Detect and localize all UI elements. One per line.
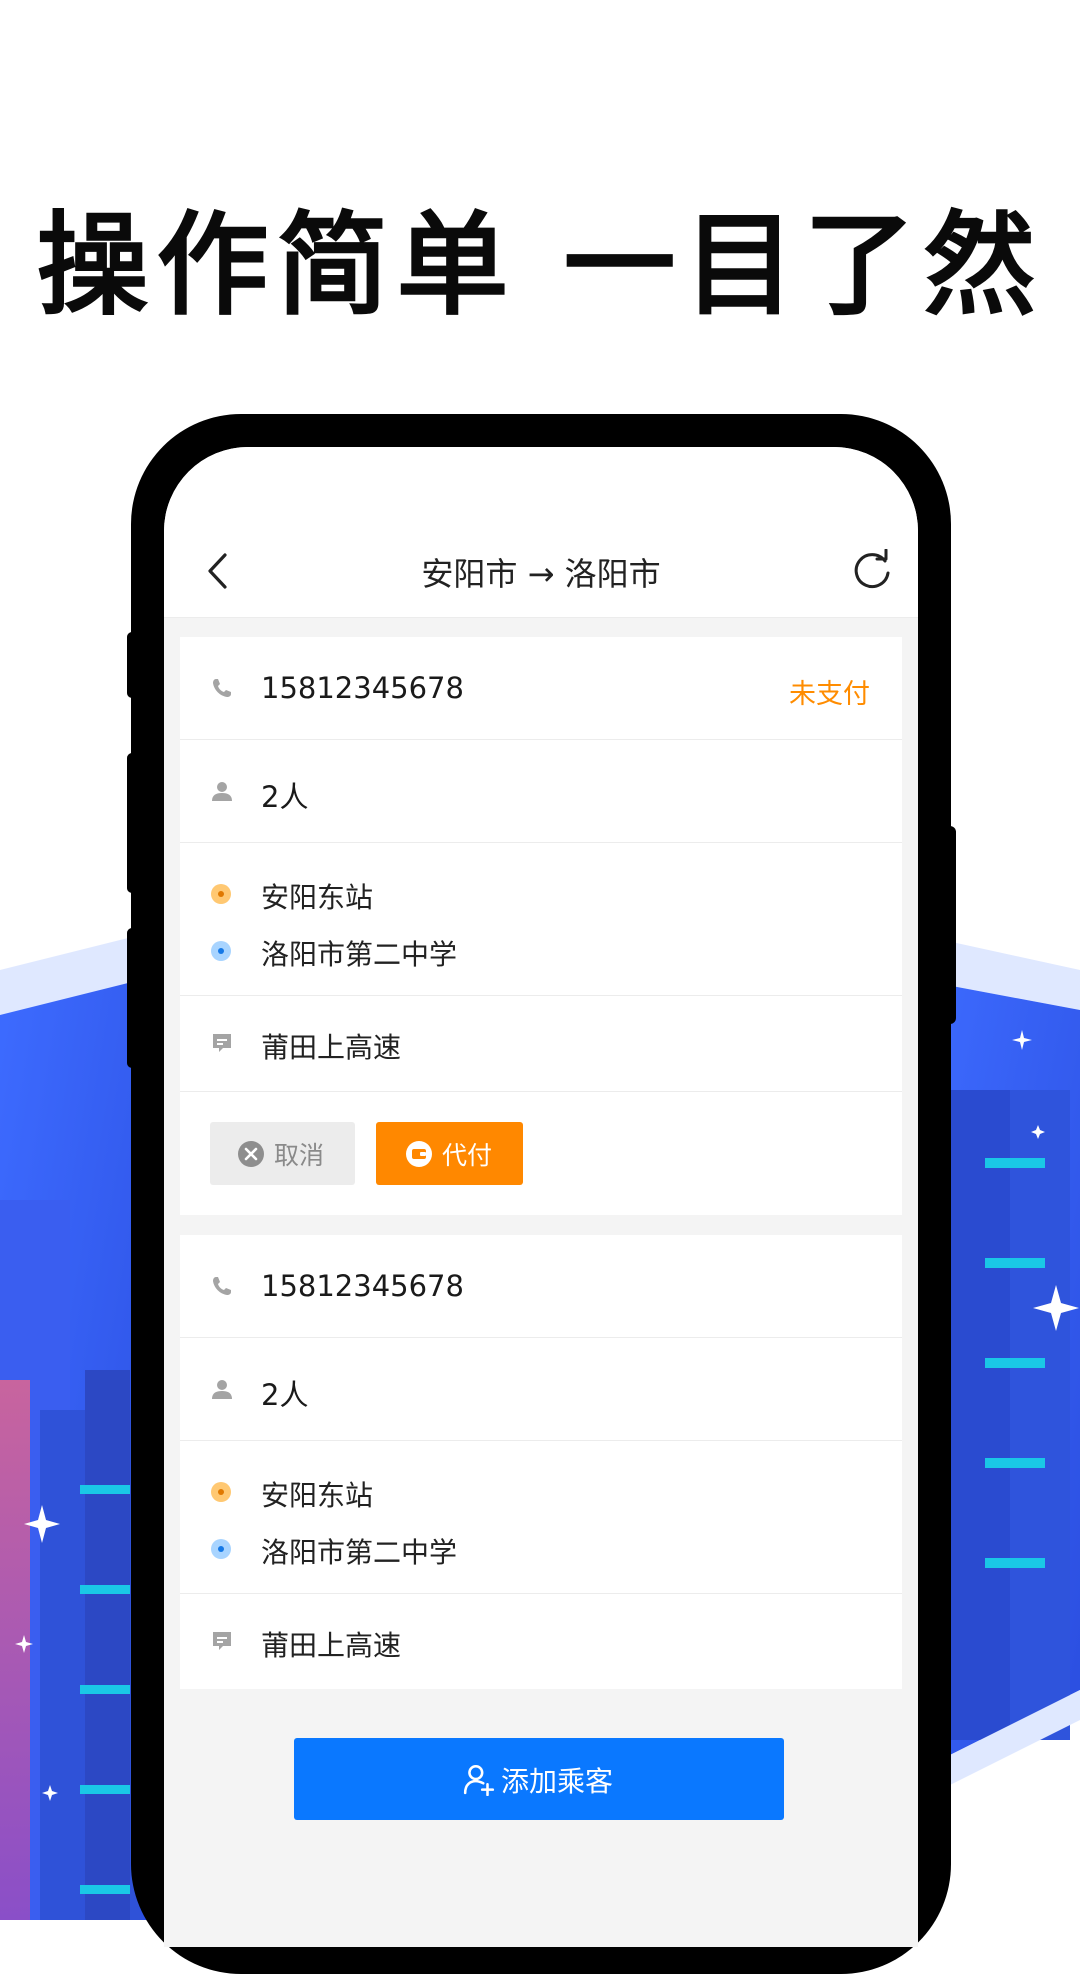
route-row: 安阳东站 洛阳市第二中学 xyxy=(180,843,902,996)
promo-headline: 操作简单 一目了然 xyxy=(36,201,1044,331)
order-note: 莆田上高速 xyxy=(261,1031,402,1064)
passenger-count: 2人 xyxy=(261,1378,309,1412)
phone-icon xyxy=(213,1277,231,1295)
refresh-icon[interactable] xyxy=(850,549,894,593)
origin-dot-icon xyxy=(211,1482,231,1502)
destination-location: 洛阳市第二中学 xyxy=(261,1536,458,1569)
phone-icon xyxy=(213,679,231,697)
cancel-button-label: 取消 xyxy=(274,1141,325,1170)
pay-for-button-label: 代付 xyxy=(442,1141,493,1170)
note-row: 莆田上高速 xyxy=(180,1594,902,1689)
person-icon xyxy=(212,1380,232,1399)
destination-location: 洛阳市第二中学 xyxy=(261,938,458,971)
order-card: 15812345678 未支付 2人 安阳东站 洛阳市第二中学 莆田上高速 取消… xyxy=(180,637,902,1215)
person-icon xyxy=(212,782,232,801)
wallet-icon xyxy=(406,1141,432,1167)
add-passenger-button[interactable]: 添加乘客 xyxy=(294,1738,784,1820)
action-row: 取消 代付 xyxy=(180,1092,902,1215)
close-circle-icon xyxy=(238,1141,264,1167)
phone-volume-up-button xyxy=(127,753,137,893)
phone-volume-down-button xyxy=(127,928,137,1068)
message-icon xyxy=(213,1632,231,1650)
origin-dot-icon xyxy=(211,884,231,904)
destination-dot-icon xyxy=(211,941,231,961)
order-note: 莆田上高速 xyxy=(261,1629,402,1662)
origin-location: 安阳东站 xyxy=(261,881,374,914)
message-icon xyxy=(213,1034,231,1052)
passenger-count-row: 2人 xyxy=(180,740,902,843)
phone-power-button xyxy=(944,826,956,1024)
add-user-icon xyxy=(463,1764,495,1796)
route-row: 安阳东站 洛阳市第二中学 xyxy=(180,1441,902,1594)
origin-location: 安阳东站 xyxy=(261,1479,374,1512)
phone-row: 15812345678 xyxy=(180,1235,902,1338)
note-row: 莆田上高速 xyxy=(180,996,902,1092)
passenger-count: 2人 xyxy=(261,780,309,814)
add-passenger-label: 添加乘客 xyxy=(501,1765,614,1798)
app-screen: 安阳市 → 洛阳市 15812345678 未支付 2人 安阳东站 洛阳市第二中… xyxy=(164,447,918,1947)
phone-number: 15812345678 xyxy=(261,671,464,705)
route-title: 安阳市 → 洛阳市 xyxy=(421,555,661,593)
passenger-count-row: 2人 xyxy=(180,1338,902,1441)
cancel-button[interactable]: 取消 xyxy=(210,1122,355,1185)
nav-bar: 安阳市 → 洛阳市 xyxy=(164,447,918,618)
status-badge: 未支付 xyxy=(789,679,870,710)
phone-side-button xyxy=(127,632,137,698)
destination-dot-icon xyxy=(211,1539,231,1559)
order-card: 15812345678 2人 安阳东站 洛阳市第二中学 莆田上高速 xyxy=(180,1235,902,1689)
phone-row: 15812345678 未支付 xyxy=(180,637,902,740)
pay-for-button[interactable]: 代付 xyxy=(376,1122,523,1185)
phone-number: 15812345678 xyxy=(261,1269,464,1303)
